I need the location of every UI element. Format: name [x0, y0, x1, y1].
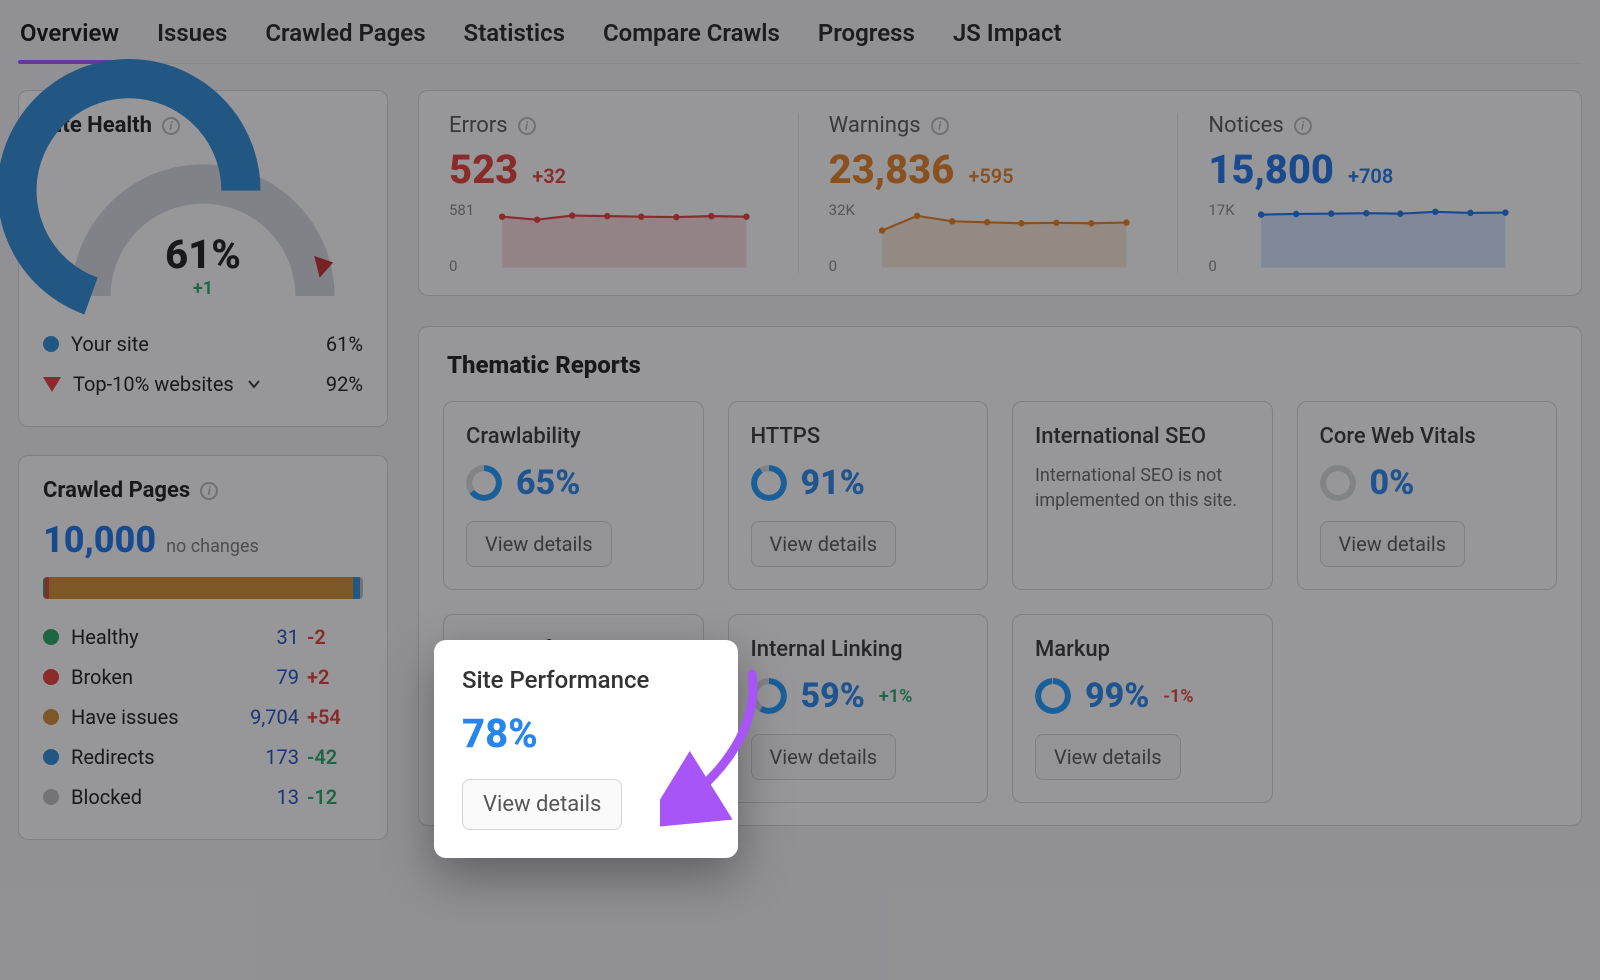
spotlight-site-performance: Site Performance 78% View details	[434, 640, 738, 858]
dim-overlay	[0, 0, 1600, 980]
spotlight-title: Site Performance	[462, 666, 710, 694]
spotlight-pct: 78%	[462, 710, 538, 757]
view-details-button[interactable]: View details	[462, 779, 622, 830]
